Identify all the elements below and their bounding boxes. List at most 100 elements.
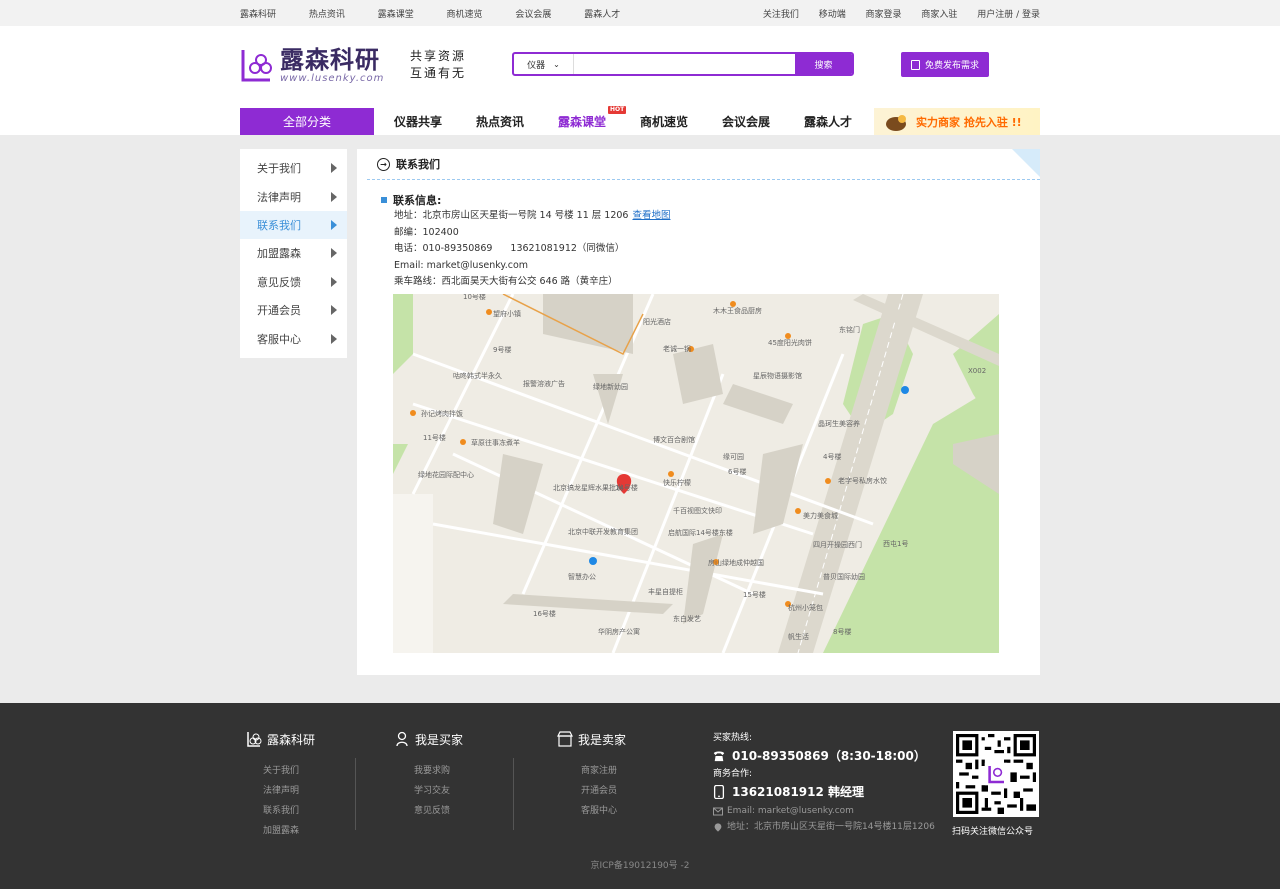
sidebar-item-label: 意见反馈 [257, 275, 301, 289]
triangle-right-icon [331, 163, 337, 174]
sidebar-item-service[interactable]: 客服中心 [240, 324, 347, 352]
footer-brand-links: 关于我们 法律声明 联系我们 加盟露森 [246, 761, 315, 841]
mobile-phone-icon [713, 785, 725, 799]
top-link-meeting[interactable]: 会议会展 [515, 10, 551, 20]
nav-item-meeting[interactable]: 会议会展 [722, 108, 804, 135]
svg-text:14号楼: 14号楼 [615, 483, 638, 492]
footer-link-register[interactable]: 商家注册 [581, 761, 626, 781]
qr-caption: 扫码关注微信公众号 [952, 827, 1034, 837]
svg-text:绿地花园际配中心: 绿地花园际配中心 [418, 470, 474, 479]
location-pin-icon [714, 822, 722, 832]
sidebar-item-join[interactable]: 加盟露森 [240, 239, 347, 267]
top-link-mobile[interactable]: 移动端 [819, 10, 846, 20]
footer-link-learn[interactable]: 学习交友 [414, 781, 463, 801]
top-links-left: 露森科研 热点资讯 露森课堂 商机速览 会议会展 露森人才 [240, 6, 649, 20]
svg-text:望府小镇: 望府小镇 [493, 309, 521, 318]
svg-text:帆生活: 帆生活 [788, 632, 809, 641]
footer-seller-links: 商家注册 开通会员 客服中心 [557, 761, 626, 821]
business-label: 商务合作: [713, 769, 753, 779]
postcode-line: 邮编：102400 [394, 226, 459, 238]
top-link-talent[interactable]: 露森人才 [584, 10, 620, 20]
merchant-promo-text: 实力商家 抢先入驻 !! [916, 115, 1022, 129]
footer-email: Email: market@lusenky.com [713, 803, 935, 819]
svg-text:缘可园: 缘可园 [723, 452, 744, 461]
all-categories-button[interactable]: 全部分类 [240, 108, 374, 135]
sidebar-item-feedback[interactable]: 意见反馈 [240, 268, 347, 296]
contact-info: 联系信息: 地址：北京市房山区天星街一号院 14 号楼 11 层 1206 查看地… [357, 180, 1040, 291]
footer-buyer-title: 我是买家 [396, 727, 463, 751]
footer-link-membership[interactable]: 开通会员 [581, 781, 626, 801]
view-map-link[interactable]: 查看地图 [632, 210, 670, 221]
triangle-right-icon [331, 333, 337, 344]
top-bar: 露森科研 热点资讯 露森课堂 商机速览 会议会展 露森人才 关注我们 移动端 商… [0, 0, 1280, 26]
search-category-select[interactable]: 仪器 ⌄ [514, 54, 574, 74]
sidebar-item-contact[interactable]: 联系我们 [240, 210, 347, 240]
hotline: 010-89350869（8:30-18:00） [713, 745, 935, 767]
store-icon [557, 731, 573, 747]
mobile-text: 13621081912（同微信） [510, 243, 625, 254]
search-button[interactable]: 搜索 [795, 54, 852, 74]
wechat-qr-code [953, 731, 1039, 817]
svg-text:8号楼: 8号楼 [833, 627, 851, 636]
footer-link-contact[interactable]: 联系我们 [263, 801, 315, 821]
hot-badge: HOT [608, 106, 627, 114]
svg-text:老诚一锅: 老诚一锅 [663, 344, 691, 353]
svg-text:北京中联开发教育集团: 北京中联开发教育集团 [568, 527, 638, 536]
top-link-news[interactable]: 热点资讯 [309, 10, 345, 20]
logo-name: 露森科研 [280, 45, 380, 74]
merchant-promo-banner[interactable]: 实力商家 抢先入驻 !! [874, 108, 1040, 135]
top-link-follow[interactable]: 关注我们 [763, 10, 799, 20]
footer-buyer-links: 我要求购 学习交友 意见反馈 [396, 761, 463, 821]
phone-icon [713, 751, 725, 762]
triangle-right-icon [331, 248, 337, 259]
footer-link-join[interactable]: 加盟露森 [263, 821, 315, 841]
sidebar-item-label: 开通会员 [257, 304, 301, 318]
footer-seller-title: 我是卖家 [557, 727, 626, 751]
slogan: 共享资源 互通有无 [410, 48, 466, 82]
sidebar-item-membership[interactable]: 开通会员 [240, 296, 347, 324]
svg-text:西屯1号: 西屯1号 [883, 539, 908, 548]
nav-item-news[interactable]: 热点资讯 [476, 108, 558, 135]
top-link-merchant-join[interactable]: 商家入驻 [921, 10, 957, 20]
svg-text:博文百合剧馆: 博文百合剧馆 [653, 435, 695, 444]
svg-text:4号楼: 4号楼 [823, 452, 841, 461]
footer-contact: 买家热线: 010-89350869（8:30-18:00） 商务合作: 136… [713, 731, 935, 835]
icp-license-link[interactable]: 京ICP备19012190号 -2 [590, 861, 689, 871]
svg-text:X002: X002 [968, 367, 986, 375]
user-search-icon [396, 731, 408, 747]
logo[interactable]: 露森科研 www.lusenky.com [240, 46, 384, 84]
svg-text:千百视图文快印: 千百视图文快印 [673, 506, 722, 515]
search-input[interactable] [574, 54, 795, 74]
qr-code-image [956, 734, 1036, 814]
top-link-class[interactable]: 露森课堂 [378, 10, 414, 20]
svg-text:美力美食城: 美力美食城 [803, 511, 838, 520]
top-link-business[interactable]: 商机速览 [447, 10, 483, 20]
footer-link-service[interactable]: 客服中心 [581, 801, 626, 821]
svg-text:北京搞龙星辉水果批发: 北京搞龙星辉水果批发 [553, 483, 623, 492]
email-line: Email: market@lusenky.com [394, 259, 529, 271]
footer: 露森科研 关于我们 法律声明 联系我们 加盟露森 我是买家 我要求购 学习交友 [0, 703, 1280, 889]
svg-text:房山绿地成仲越国: 房山绿地成仲越国 [708, 558, 764, 567]
sidebar-item-legal[interactable]: 法律声明 [240, 182, 347, 210]
sidebar-item-about[interactable]: 关于我们 [240, 154, 347, 182]
nav-item-instrument[interactable]: 仪器共享 [394, 108, 476, 135]
triangle-right-icon [331, 191, 337, 202]
footer-link-feedback[interactable]: 意见反馈 [414, 801, 463, 821]
footer-link-about[interactable]: 关于我们 [263, 761, 315, 781]
footer-link-legal[interactable]: 法律声明 [263, 781, 315, 801]
publish-demand-button[interactable]: 免费发布需求 [901, 52, 989, 77]
triangle-right-icon [331, 276, 337, 287]
slogan-line-2: 互通有无 [410, 66, 467, 80]
logo-url: www.lusenky.com [280, 72, 385, 84]
top-link-lusen[interactable]: 露森科研 [240, 10, 276, 20]
footer-link-request[interactable]: 我要求购 [414, 761, 463, 781]
icp-license: 京ICP备19012190号 -2 [240, 858, 1040, 871]
top-link-merchant-login[interactable]: 商家登录 [866, 10, 902, 20]
svg-text:10号楼: 10号楼 [463, 294, 486, 301]
nav-item-business[interactable]: 商机速览 [640, 108, 722, 135]
top-link-user-login[interactable]: 用户注册 / 登录 [977, 10, 1040, 20]
location-map[interactable]: 10号楼 望府小镇 木木王食品厨房 45度阳光肉饼 老诚一锅 9号楼 阳光酒店 … [393, 294, 999, 653]
nav-item-class[interactable]: 露森课堂 HOT [558, 106, 640, 135]
top-links-right: 关注我们 移动端 商家登录 商家入驻 用户注册 / 登录 [747, 6, 1040, 20]
svg-text:东铭门: 东铭门 [839, 325, 860, 334]
